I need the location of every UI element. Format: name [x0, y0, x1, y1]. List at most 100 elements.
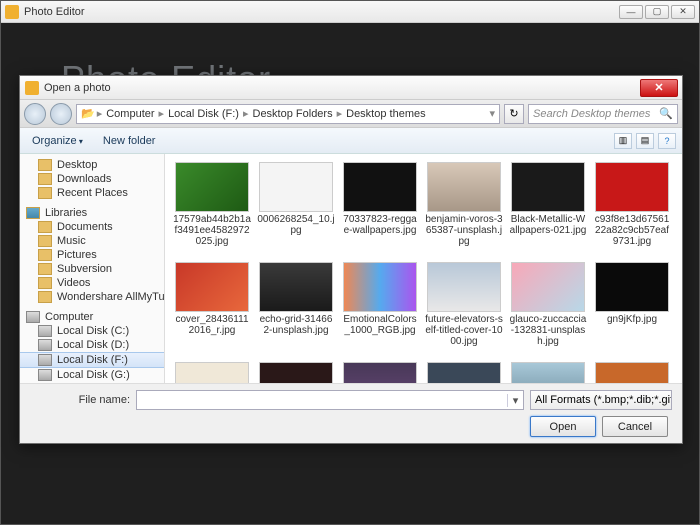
sidebar-item-label: Subversion — [57, 263, 112, 275]
sidebar-item[interactable]: Local Disk (C:) — [20, 324, 164, 338]
sidebar-item[interactable]: Local Disk (G:) — [20, 368, 164, 382]
minimize-button[interactable]: — — [619, 5, 643, 19]
new-folder-button[interactable]: New folder — [97, 133, 162, 149]
dialog-titlebar: Open a photo ✕ — [20, 76, 682, 100]
thumbnail-image — [511, 362, 585, 383]
thumbnail-image — [259, 262, 333, 312]
close-button[interactable]: ✕ — [671, 5, 695, 19]
thumbnail-label: EmotionalColors_1000_RGB.jpg — [341, 314, 419, 336]
breadcrumb-dropdown-icon[interactable]: ▾ — [489, 107, 495, 120]
sidebar-item-label: Local Disk (G:) — [57, 369, 130, 381]
thumbnail-image — [175, 262, 249, 312]
cancel-button[interactable]: Cancel — [602, 416, 668, 437]
sidebar-item[interactable]: Local Disk (D:) — [20, 338, 164, 352]
file-thumbnail[interactable]: c93f8e13d6756122a82c9cb57eaf9731.jpg — [591, 160, 673, 258]
sidebar-item[interactable]: Music — [20, 234, 164, 248]
thumbnail-image — [259, 362, 333, 383]
libraries-icon — [26, 207, 40, 219]
organize-button[interactable]: Organize — [26, 133, 89, 149]
sidebar-item-label: Desktop — [57, 159, 97, 171]
back-button[interactable] — [24, 103, 46, 125]
sidebar-item[interactable]: Desktop — [20, 158, 164, 172]
folder-icon — [38, 221, 52, 233]
file-thumbnail[interactable]: benjamin-voros-365387-unsplash.jpg — [423, 160, 505, 258]
folder-icon — [38, 235, 52, 247]
file-thumbnail[interactable]: EmotionalColors_1000_RGB.jpg — [339, 260, 421, 358]
file-thumbnail[interactable] — [507, 360, 589, 383]
dialog-icon — [25, 81, 39, 95]
file-thumbnail[interactable]: 0006268254_10.jpg — [255, 160, 337, 258]
file-thumbnail[interactable] — [255, 360, 337, 383]
sidebar-item-label: Documents — [57, 221, 113, 233]
file-thumbnail[interactable]: Black-Metallic-Wallpapers-021.jpg — [507, 160, 589, 258]
sidebar-item[interactable]: Downloads — [20, 172, 164, 186]
file-grid: 17579ab44b2b1af3491ee4582972025.jpg00062… — [165, 154, 682, 383]
format-filter-select[interactable]: All Formats (*.bmp;*.dib;*.gif;*.▾ — [530, 390, 672, 410]
dialog-bottom: File name: ▾ All Formats (*.bmp;*.dib;*.… — [20, 383, 682, 443]
sidebar-item[interactable]: Pictures — [20, 248, 164, 262]
file-name-dropdown-icon[interactable]: ▾ — [507, 394, 523, 407]
folder-icon: 📂 — [81, 107, 95, 120]
view-options-button[interactable]: ▥ — [614, 133, 632, 149]
thumbnail-image — [427, 162, 501, 212]
thumbnail-image — [427, 362, 501, 383]
file-thumbnail[interactable]: 70337823-reggae-wallpapers.jpg — [339, 160, 421, 258]
file-thumbnail[interactable]: cover_284361112016_r.jpg — [171, 260, 253, 358]
file-thumbnail[interactable]: gn9jKfp.jpg — [591, 260, 673, 358]
thumbnail-label: c93f8e13d6756122a82c9cb57eaf9731.jpg — [593, 214, 671, 247]
folder-icon — [38, 369, 52, 381]
folder-icon — [38, 249, 52, 261]
file-thumbnail[interactable]: 17579ab44b2b1af3491ee4582972025.jpg — [171, 160, 253, 258]
file-thumbnail[interactable] — [423, 360, 505, 383]
thumbnail-image — [175, 162, 249, 212]
sidebar-item[interactable]: Subversion — [20, 262, 164, 276]
thumbnail-image — [343, 262, 417, 312]
file-thumbnail[interactable] — [591, 360, 673, 383]
file-thumbnail[interactable] — [339, 360, 421, 383]
app-titlebar: Photo Editor — ▢ ✕ — [1, 1, 699, 23]
sidebar-item[interactable]: Wondershare AllMyTube — [20, 290, 164, 304]
thumbnail-label: future-elevators-self-titled-cover-1000.… — [425, 314, 503, 347]
sidebar-group-libraries[interactable]: Libraries — [20, 206, 164, 220]
thumbnail-image — [595, 362, 669, 383]
sidebar-item[interactable]: Recent Places — [20, 186, 164, 200]
sidebar-item[interactable]: Documents — [20, 220, 164, 234]
breadcrumb[interactable]: 📂 ▸ Computer▸ Local Disk (F:)▸ Desktop F… — [76, 104, 500, 124]
thumbnail-image — [343, 362, 417, 383]
thumbnail-label: gn9jKfp.jpg — [607, 314, 657, 325]
thumbnail-image — [595, 162, 669, 212]
file-name-input[interactable]: ▾ — [136, 390, 524, 410]
preview-pane-button[interactable]: ▤ — [636, 133, 654, 149]
sidebar: DesktopDownloadsRecent Places LibrariesDo… — [20, 154, 165, 383]
computer-icon — [26, 311, 40, 323]
sidebar-item-label: Videos — [57, 277, 90, 289]
thumbnail-image — [175, 362, 249, 383]
file-thumbnail[interactable]: echo-grid-314662-unsplash.jpg — [255, 260, 337, 358]
sidebar-item-label: Local Disk (D:) — [57, 339, 129, 351]
file-thumbnail[interactable]: future-elevators-self-titled-cover-1000.… — [423, 260, 505, 358]
file-thumbnail[interactable] — [171, 360, 253, 383]
dialog-close-button[interactable]: ✕ — [640, 79, 678, 97]
folder-icon — [38, 339, 52, 351]
thumbnail-label: glauco-zuccaccia-132831-unsplash.jpg — [509, 314, 587, 347]
help-button[interactable]: ? — [658, 133, 676, 149]
file-thumbnail[interactable]: glauco-zuccaccia-132831-unsplash.jpg — [507, 260, 589, 358]
forward-button[interactable] — [50, 103, 72, 125]
thumbnail-label: 70337823-reggae-wallpapers.jpg — [341, 214, 419, 236]
thumbnail-image — [511, 262, 585, 312]
sidebar-item[interactable]: Local Disk (F:) — [20, 352, 164, 368]
sidebar-item[interactable]: Videos — [20, 276, 164, 290]
maximize-button[interactable]: ▢ — [645, 5, 669, 19]
search-input[interactable]: Search Desktop themes 🔍 — [528, 104, 678, 124]
sidebar-item-label: Local Disk (C:) — [57, 325, 129, 337]
folder-icon — [38, 173, 52, 185]
folder-icon — [38, 159, 52, 171]
thumbnail-image — [427, 262, 501, 312]
open-button[interactable]: Open — [530, 416, 596, 437]
refresh-button[interactable]: ↻ — [504, 104, 524, 124]
dialog-title: Open a photo — [44, 82, 640, 94]
address-bar: 📂 ▸ Computer▸ Local Disk (F:)▸ Desktop F… — [20, 100, 682, 128]
thumbnail-label: 0006268254_10.jpg — [257, 214, 335, 236]
thumbnail-label: Black-Metallic-Wallpapers-021.jpg — [509, 214, 587, 236]
sidebar-group-computer[interactable]: Computer — [20, 310, 164, 324]
